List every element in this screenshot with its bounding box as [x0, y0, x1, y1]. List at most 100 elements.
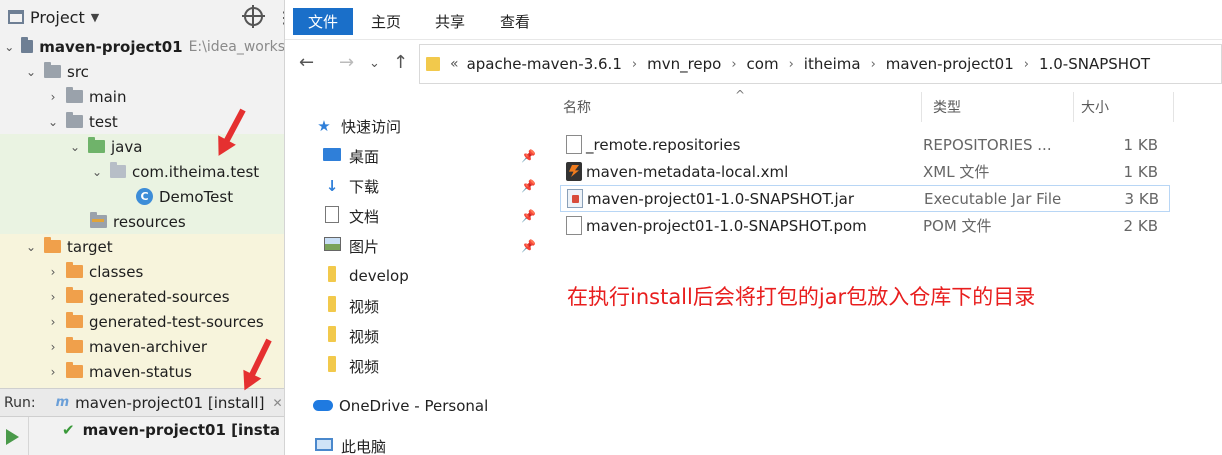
project-panel-title[interactable]: Project	[30, 8, 85, 27]
column-divider[interactable]	[921, 92, 922, 122]
chevron-right-icon[interactable]: ›	[46, 365, 60, 379]
address-bar[interactable]: « apache-maven-3.6.1 › mvn_repo › com › …	[419, 44, 1222, 84]
nav-label: 下载	[349, 177, 380, 196]
tree-item-java[interactable]: ⌄ java	[0, 134, 284, 159]
console-gutter-divider	[28, 417, 29, 455]
folder-icon	[66, 87, 83, 103]
file-size: 2 KB	[1123, 216, 1158, 235]
file-row[interactable]: _remote.repositories REPOSITORIES ... 1 …	[560, 131, 1170, 158]
file-name: maven-project01-1.0-SNAPSHOT.jar	[587, 189, 854, 208]
chevron-down-icon[interactable]: ⌄	[90, 165, 104, 179]
nav-quick-access[interactable]: ★ 快速访问	[315, 113, 540, 139]
pin-icon[interactable]: 📌	[521, 209, 536, 223]
column-divider[interactable]	[1073, 92, 1074, 122]
pin-icon[interactable]: 📌	[521, 239, 536, 253]
chevron-right-icon[interactable]: ›	[46, 315, 60, 329]
file-size: 1 KB	[1123, 135, 1158, 154]
chevron-down-icon[interactable]: ⌄	[24, 240, 38, 254]
nav-video-3[interactable]: 视频	[323, 353, 548, 379]
column-divider[interactable]	[1173, 92, 1174, 122]
run-tab-install[interactable]: m maven-project01 [install] ✕	[56, 394, 283, 412]
nav-develop[interactable]: develop	[323, 263, 548, 289]
chevron-down-icon[interactable]: ⌄	[4, 40, 15, 54]
breadcrumb-separator-icon[interactable]: ›	[731, 57, 736, 72]
tree-item-label: test	[89, 112, 118, 131]
breadcrumb-separator-icon[interactable]: ›	[871, 57, 876, 72]
file-type: Executable Jar File	[924, 189, 1062, 208]
tree-item-demotest[interactable]: › C DemoTest	[0, 184, 284, 209]
tab-home[interactable]: 主页	[371, 8, 401, 36]
tree-item-package[interactable]: ⌄ com.itheima.test	[0, 159, 284, 184]
play-icon[interactable]	[6, 429, 19, 445]
tree-item-target[interactable]: ⌄ target	[0, 234, 284, 259]
chevron-down-icon[interactable]: ⌄	[68, 140, 82, 154]
chevron-right-icon[interactable]: ›	[46, 290, 60, 304]
file-row-selected[interactable]: maven-project01-1.0-SNAPSHOT.jar Executa…	[560, 185, 1170, 212]
breadcrumb-maven-project01[interactable]: maven-project01	[886, 55, 1014, 73]
chevron-right-icon[interactable]: ›	[46, 90, 60, 104]
file-row[interactable]: maven-metadata-local.xml XML 文件 1 KB	[560, 158, 1170, 185]
column-header-type[interactable]: 类型	[933, 97, 961, 117]
chevron-down-icon[interactable]: ⌄	[24, 65, 38, 79]
project-panel-header: Project ▼ ⋮	[0, 0, 284, 34]
tree-item-main[interactable]: › main	[0, 84, 284, 109]
nav-video-1[interactable]: 视频	[323, 293, 548, 319]
run-label: Run:	[4, 394, 36, 411]
more-icon[interactable]: ⋮	[276, 8, 284, 27]
close-icon[interactable]: ✕	[272, 396, 282, 410]
recent-locations-chevron-icon[interactable]: ⌄	[369, 56, 380, 71]
tree-item-label: com.itheima.test	[132, 162, 260, 181]
tab-view[interactable]: 查看	[500, 8, 530, 36]
document-icon	[323, 205, 341, 227]
tree-item-resources[interactable]: › resources	[0, 209, 284, 234]
nav-documents[interactable]: 文档 📌	[323, 203, 548, 229]
tree-item-maven-archiver[interactable]: › maven-archiver	[0, 334, 284, 359]
breadcrumb-separator-icon[interactable]: ›	[632, 57, 637, 72]
desktop-icon	[323, 147, 341, 165]
breadcrumb-mvn-repo[interactable]: mvn_repo	[647, 55, 721, 73]
tree-item-label: maven-project01	[39, 37, 183, 56]
overflow-chevron-icon[interactable]: «	[450, 56, 459, 72]
nav-desktop[interactable]: 桌面 📌	[323, 143, 548, 169]
file-type: XML 文件	[923, 163, 990, 181]
chevron-down-icon[interactable]: ⌄	[46, 115, 60, 129]
tab-file[interactable]: 文件	[293, 8, 353, 35]
breadcrumb-itheima[interactable]: itheima	[804, 55, 861, 73]
nav-this-pc[interactable]: 此电脑	[315, 433, 540, 455]
breadcrumb-separator-icon[interactable]: ›	[789, 57, 794, 72]
chevron-down-icon[interactable]: ▼	[91, 11, 99, 24]
nav-onedrive[interactable]: OneDrive - Personal	[313, 393, 538, 419]
tree-item-label: java	[111, 137, 143, 156]
nav-label: 视频	[349, 297, 380, 316]
ide-project-panel: Project ▼ ⋮ ⌄ maven-project01 E:\idea_wo…	[0, 0, 285, 455]
nav-downloads[interactable]: ↓ 下载 📌	[323, 173, 548, 199]
tree-item-label: resources	[113, 212, 186, 231]
file-row[interactable]: maven-project01-1.0-SNAPSHOT.pom POM 文件 …	[560, 212, 1170, 239]
nav-pictures[interactable]: 图片 📌	[323, 233, 548, 259]
tree-item-project-root[interactable]: ⌄ maven-project01 E:\idea_works	[0, 34, 284, 59]
column-header-name[interactable]: 名称	[563, 97, 591, 117]
nav-video-2[interactable]: 视频	[323, 323, 548, 349]
run-result-line[interactable]: ✔ maven-project01 [insta 5 s	[62, 421, 284, 439]
excluded-folder-icon	[66, 312, 83, 328]
tree-item-generated-test-sources[interactable]: › generated-test-sources	[0, 309, 284, 334]
pin-icon[interactable]: 📌	[521, 149, 536, 163]
chevron-right-icon[interactable]: ›	[46, 265, 60, 279]
folder-icon	[44, 62, 61, 78]
pin-icon[interactable]: 📌	[521, 179, 536, 193]
tree-item-generated-sources[interactable]: › generated-sources	[0, 284, 284, 309]
back-arrow-icon[interactable]: ←	[299, 52, 314, 73]
tree-item-classes[interactable]: › classes	[0, 259, 284, 284]
breadcrumb-apache-maven[interactable]: apache-maven-3.6.1	[467, 55, 622, 73]
up-arrow-icon[interactable]: ↑	[393, 52, 408, 73]
tree-item-src[interactable]: ⌄ src	[0, 59, 284, 84]
breadcrumb-separator-icon[interactable]: ›	[1024, 57, 1029, 72]
column-header-size[interactable]: 大小	[1081, 97, 1109, 117]
breadcrumb-snapshot[interactable]: 1.0-SNAPSHOT	[1039, 55, 1150, 73]
folder-icon	[323, 356, 341, 376]
tab-share[interactable]: 共享	[435, 8, 465, 36]
breadcrumb-com[interactable]: com	[747, 55, 779, 73]
locate-target-icon[interactable]	[242, 5, 265, 28]
chevron-right-icon[interactable]: ›	[46, 340, 60, 354]
forward-arrow-icon[interactable]: →	[339, 52, 354, 73]
